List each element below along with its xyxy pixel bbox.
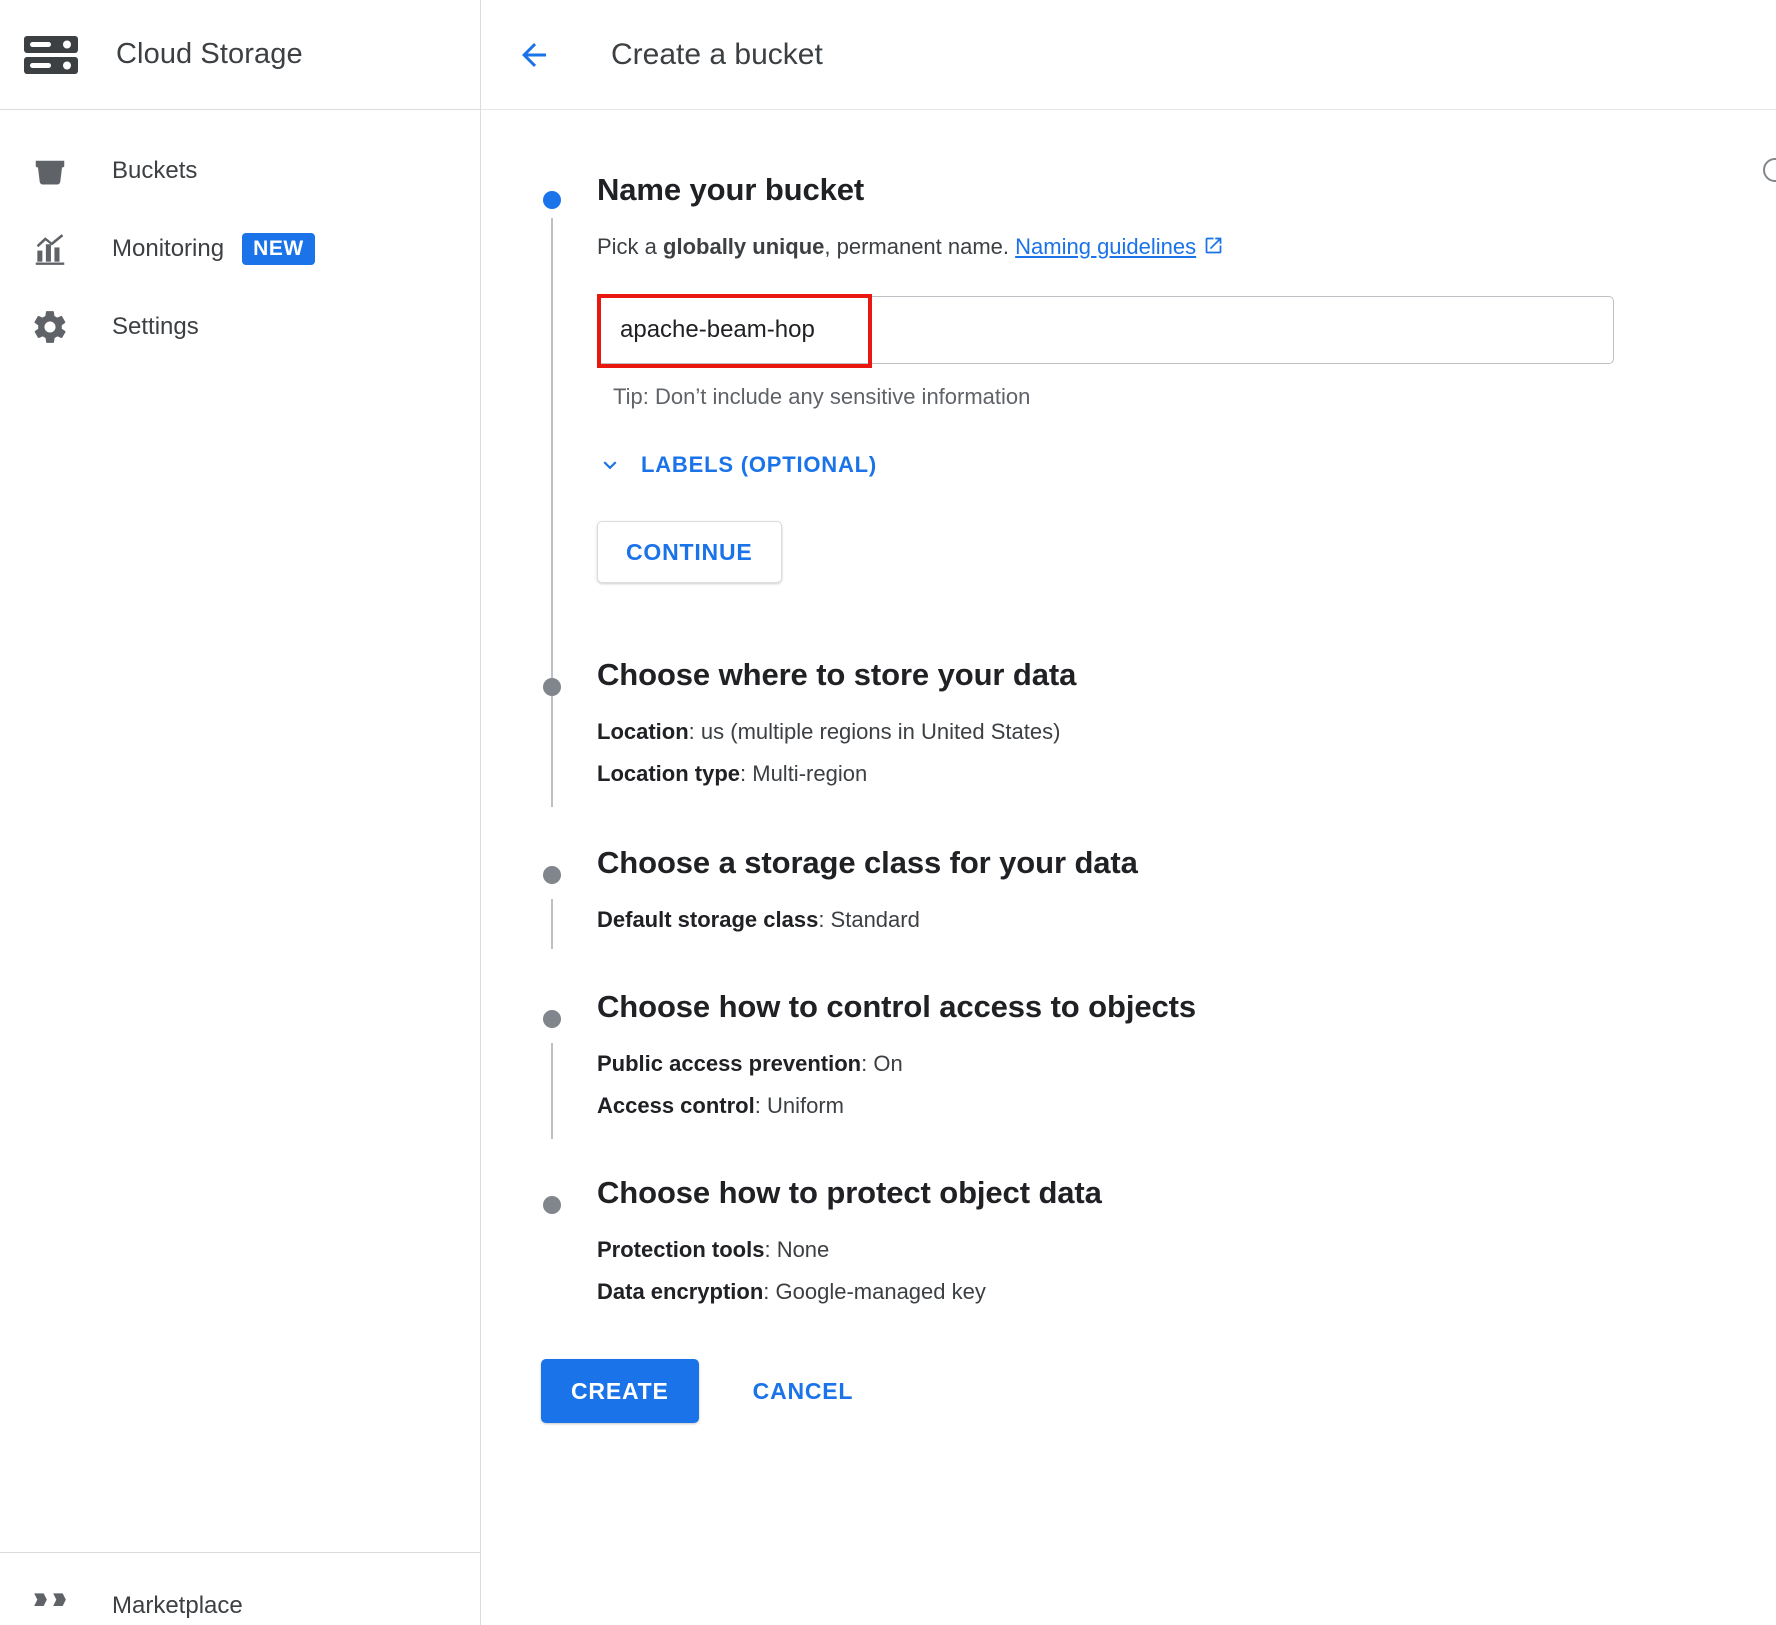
summary-line: Access control: Uniform xyxy=(597,1095,1776,1117)
step-name-your-bucket: Name your bucket Pick a globally unique,… xyxy=(481,172,1776,583)
step-bullet-active xyxy=(543,191,561,209)
bucket-form: Name your bucket Pick a globally unique,… xyxy=(481,172,1776,1423)
form-actions: CREATE CANCEL xyxy=(481,1359,1776,1423)
summary-line: Location type: Multi-region xyxy=(597,763,1776,785)
step-choose-location: Choose where to store your data Location… xyxy=(481,657,1776,785)
marketplace-icon xyxy=(28,1584,72,1625)
summary-value: Standard xyxy=(831,907,920,932)
labels-optional-toggle[interactable]: LABELS (OPTIONAL) xyxy=(597,452,877,478)
bucket-name-input[interactable] xyxy=(597,296,1614,364)
summary-value: Multi-region xyxy=(752,761,867,786)
summary-value: us (multiple regions in United States) xyxy=(701,719,1061,744)
step-bullet xyxy=(543,1010,561,1028)
summary-key: Protection tools xyxy=(597,1237,764,1262)
summary-line: Public access prevention: On xyxy=(597,1053,1776,1075)
desc-bold: globally unique xyxy=(663,234,824,259)
naming-guidelines-link[interactable]: Naming guidelines xyxy=(1015,234,1196,259)
sidebar-item-marketplace[interactable]: Marketplace xyxy=(0,1571,480,1625)
summary-value: Google-managed key xyxy=(776,1279,986,1304)
continue-button[interactable]: CONTINUE xyxy=(597,521,782,583)
sidebar-item-label: Monitoring xyxy=(112,235,224,263)
cancel-button[interactable]: CANCEL xyxy=(727,1359,880,1423)
status-badge-new: NEW xyxy=(242,233,315,266)
step-bullet xyxy=(543,1196,561,1214)
chevron-down-icon xyxy=(597,452,623,478)
step-bullet xyxy=(543,678,561,696)
step-rail xyxy=(551,711,553,807)
sidebar-item-label: Buckets xyxy=(112,157,197,185)
sidebar: Cloud Storage Buckets xyxy=(0,0,481,1625)
sidebar-nav: Buckets Monitoring NEW xyxy=(0,110,480,366)
page-title: Create a bucket xyxy=(611,38,823,72)
step-title[interactable]: Choose how to protect object data xyxy=(597,1175,1776,1211)
monitoring-chart-icon xyxy=(28,227,72,271)
gear-icon xyxy=(28,305,72,349)
step-title: Name your bucket xyxy=(597,172,1776,208)
summary-line: Location: us (multiple regions in United… xyxy=(597,721,1776,743)
sidebar-header: Cloud Storage xyxy=(0,0,480,110)
main-panel: Create a bucket Name your bucket Pick a … xyxy=(481,0,1776,1625)
step-title[interactable]: Choose a storage class for your data xyxy=(597,845,1776,881)
summary-value: Uniform xyxy=(767,1093,844,1118)
sidebar-bottom-section: Marketplace xyxy=(0,1552,480,1625)
summary-key: Public access prevention xyxy=(597,1051,861,1076)
summary-value: None xyxy=(777,1237,830,1262)
page-header: Create a bucket xyxy=(481,0,1776,110)
bucket-name-field-wrapper xyxy=(597,296,1614,364)
desc-suffix: , permanent name. xyxy=(824,234,1015,259)
summary-line: Protection tools: None xyxy=(597,1239,1776,1261)
create-button[interactable]: CREATE xyxy=(541,1359,699,1423)
summary-line: Data encryption: Google-managed key xyxy=(597,1281,1776,1303)
summary-key: Data encryption xyxy=(597,1279,763,1304)
step-bullet xyxy=(543,866,561,884)
summary-key: Access control xyxy=(597,1093,755,1118)
sidebar-item-buckets[interactable]: Buckets xyxy=(0,132,480,210)
sidebar-item-label: Settings xyxy=(112,313,199,341)
summary-line: Default storage class: Standard xyxy=(597,909,1776,931)
step-rail xyxy=(551,899,553,949)
product-title: Cloud Storage xyxy=(116,38,303,71)
step-title[interactable]: Choose how to control access to objects xyxy=(597,989,1776,1025)
arrow-left-icon[interactable] xyxy=(505,26,563,84)
summary-key: Location xyxy=(597,719,689,744)
sidebar-item-label: Marketplace xyxy=(112,1592,243,1620)
create-bucket-page: Cloud Storage Buckets xyxy=(0,0,1776,1625)
step-rail xyxy=(551,1043,553,1139)
step-choose-storage-class: Choose a storage class for your data Def… xyxy=(481,845,1776,931)
step-choose-protection: Choose how to protect object data Protec… xyxy=(481,1175,1776,1303)
sidebar-item-settings[interactable]: Settings xyxy=(0,288,480,366)
bucket-name-tip: Tip: Don’t include any sensitive informa… xyxy=(613,384,1776,410)
step-choose-access-control: Choose how to control access to objects … xyxy=(481,989,1776,1117)
external-link-icon[interactable] xyxy=(1203,235,1224,262)
desc-prefix: Pick a xyxy=(597,234,663,259)
storage-server-icon xyxy=(20,33,82,77)
step-title[interactable]: Choose where to store your data xyxy=(597,657,1776,693)
summary-key: Location type xyxy=(597,761,740,786)
bucket-icon xyxy=(28,149,72,193)
sidebar-item-monitoring[interactable]: Monitoring NEW xyxy=(0,210,480,288)
summary-value: On xyxy=(873,1051,902,1076)
step-description: Pick a globally unique, permanent name. … xyxy=(597,234,1776,262)
labels-optional-label: LABELS (OPTIONAL) xyxy=(641,452,877,478)
right-edge-partial-element xyxy=(1762,148,1776,268)
summary-key: Default storage class xyxy=(597,907,818,932)
